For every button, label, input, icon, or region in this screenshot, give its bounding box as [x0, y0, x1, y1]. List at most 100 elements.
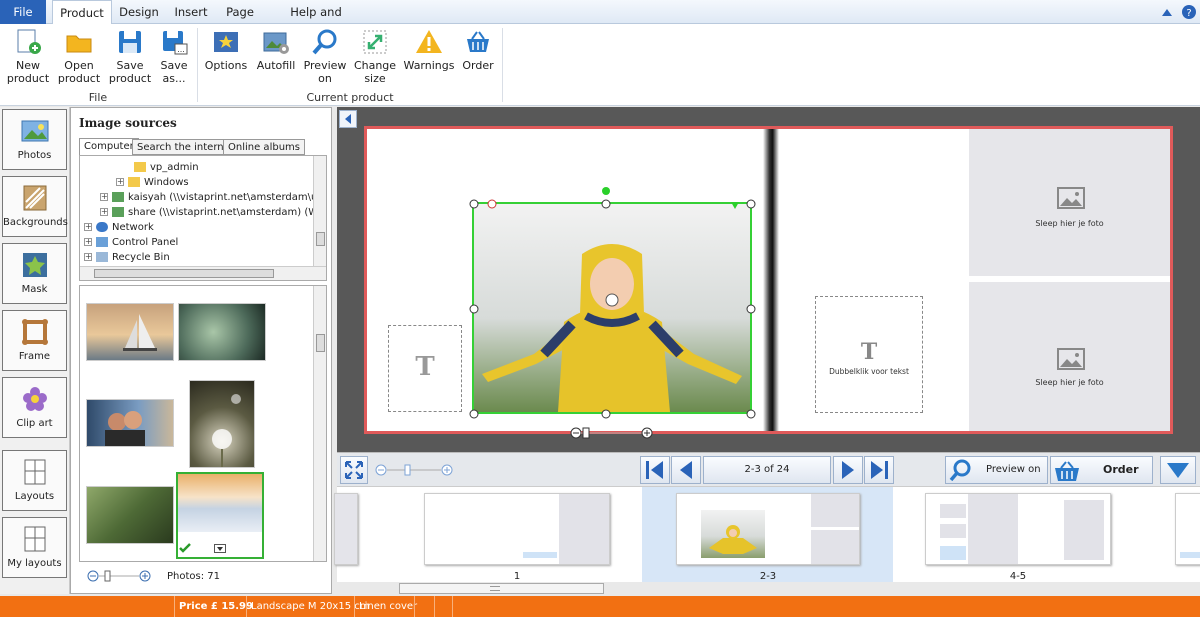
canvas-zoom-slider[interactable]: [375, 463, 455, 477]
scrollbar-thumb[interactable]: [316, 334, 325, 352]
scrollbar-thumb[interactable]: [316, 232, 325, 246]
text-box[interactable]: T Dubbelklik voor tekst: [815, 296, 923, 413]
help-icon[interactable]: ?: [1181, 4, 1197, 20]
photo-thumbnail-couple[interactable]: [86, 399, 174, 447]
page-thumbnail-next[interactable]: [1175, 493, 1200, 565]
expand-strip-button[interactable]: [1160, 456, 1196, 484]
last-page-button[interactable]: [864, 456, 894, 484]
tree-item[interactable]: vp_admin: [134, 160, 199, 175]
thumbnail-zoom-slider[interactable]: [87, 569, 151, 583]
new-product-button[interactable]: New product: [4, 28, 52, 85]
thumbnail-placeholder: [940, 546, 966, 560]
options-label: Options: [204, 59, 248, 72]
tree-item[interactable]: + kaisyah (\\vistaprint.net\amsterdam\use…: [100, 190, 326, 205]
tab-page[interactable]: Page: [220, 0, 260, 24]
sidebar-item-backgrounds[interactable]: Backgrounds: [2, 176, 68, 237]
price-status: Price £ 15.99: [174, 596, 257, 617]
collapse-panel-button[interactable]: [339, 110, 357, 128]
page-thumbnail-1[interactable]: [424, 493, 610, 565]
open-product-button[interactable]: Open product: [55, 28, 103, 85]
text-box-glyph: T: [860, 339, 878, 365]
page-thumbnail-cover[interactable]: [334, 493, 358, 565]
photo-thumbnail-fern[interactable]: [86, 486, 174, 544]
strip-scrollbar[interactable]: [399, 583, 604, 594]
sidebar-item-my-layouts[interactable]: My layouts: [2, 517, 67, 578]
file-group-label: File: [88, 91, 108, 104]
save-product-label: Save: [116, 59, 144, 72]
tree-item[interactable]: + Network: [84, 220, 154, 235]
tab-file[interactable]: File: [0, 0, 46, 24]
save-as-button[interactable]: ... Save as...: [152, 28, 196, 85]
sidebar-item-frame[interactable]: Frame: [2, 310, 67, 371]
first-page-button[interactable]: [640, 456, 670, 484]
photo-placeholder[interactable]: Sleep hier je foto: [969, 282, 1170, 431]
options-button[interactable]: Options: [202, 28, 250, 72]
scrollbar-thumb[interactable]: [94, 269, 274, 278]
collapse-ribbon-icon[interactable]: [1160, 5, 1174, 19]
text-box-label: Dubbelklik voor tekst: [829, 367, 909, 376]
tab-product[interactable]: Product: [52, 0, 112, 25]
preview-on-nav-button[interactable]: Preview on: [945, 456, 1048, 484]
photo-thumbnail-succulent[interactable]: [178, 303, 266, 361]
expand-icon[interactable]: +: [84, 253, 92, 261]
sidebar-item-mask[interactable]: Mask: [2, 243, 67, 304]
sidebar-item-clip-art[interactable]: Clip art: [2, 377, 67, 438]
tab-computer[interactable]: Computer: [79, 138, 139, 155]
magnifier-icon: [311, 28, 339, 56]
order-ribbon-button[interactable]: Order: [456, 28, 500, 72]
ribbon-separator: [502, 28, 503, 102]
cover-status: Linen cover: [354, 596, 421, 617]
open-product-label-2: product: [57, 72, 101, 85]
thumbnails-scrollbar[interactable]: [313, 286, 326, 561]
page-thumbnail-4-5[interactable]: [925, 493, 1111, 565]
rotate-handle[interactable]: [602, 187, 610, 195]
layouts-icon: [20, 457, 50, 487]
order-nav-button[interactable]: Order: [1050, 456, 1153, 484]
warnings-button[interactable]: Warnings: [402, 28, 456, 72]
new-product-icon: [14, 28, 42, 56]
tab-design[interactable]: Design: [114, 0, 164, 24]
tab-help-and-options[interactable]: Help and Options: [268, 0, 364, 43]
expand-icon[interactable]: +: [84, 238, 92, 246]
sidebar-item-layouts[interactable]: Layouts: [2, 450, 67, 511]
photo-thumbnail-winter: [178, 474, 262, 532]
mask-icon: [20, 250, 50, 280]
svg-text:?: ?: [1186, 8, 1191, 19]
expand-icon[interactable]: +: [100, 208, 108, 216]
tab-online-albums[interactable]: Online albums: [223, 139, 305, 155]
page-thumbnail-strip: 1 2-3 4-5: [334, 486, 1200, 582]
selection-handles[interactable]: [467, 185, 757, 421]
tree-item[interactable]: + Windows: [116, 175, 189, 190]
sidebar-item-photos[interactable]: Photos: [2, 109, 67, 170]
preview-on-button[interactable]: Preview on: [302, 28, 348, 85]
save-icon: [116, 28, 144, 56]
previous-page-button[interactable]: [671, 456, 701, 484]
thumbnail-menu-dropdown-icon[interactable]: [214, 544, 226, 553]
photo-thumbnail-selected[interactable]: [176, 472, 264, 559]
image-zoom-slider[interactable]: [570, 426, 654, 440]
scrollbar-grip[interactable]: [490, 586, 500, 591]
expand-icon[interactable]: +: [116, 178, 124, 186]
expand-icon[interactable]: +: [84, 223, 92, 231]
tab-insert[interactable]: Insert: [170, 0, 212, 24]
photo-thumbnail-dandelion[interactable]: [189, 380, 255, 468]
tree-item[interactable]: + Control Panel: [84, 235, 178, 250]
fit-to-screen-button[interactable]: [340, 456, 368, 484]
autofill-button[interactable]: Autofill: [252, 28, 300, 72]
change-size-button[interactable]: Change size: [352, 28, 398, 85]
photo-placeholder[interactable]: Sleep hier je foto: [969, 129, 1170, 276]
tree-horizontal-scrollbar[interactable]: [80, 266, 326, 280]
thumbnail-placeholder: [811, 530, 859, 564]
save-as-icon: ...: [160, 28, 188, 56]
next-page-button[interactable]: [833, 456, 863, 484]
save-product-button[interactable]: Save product: [106, 28, 154, 85]
expand-icon[interactable]: +: [100, 193, 108, 201]
tree-item[interactable]: + Recycle Bin: [84, 250, 170, 265]
tree-vertical-scrollbar[interactable]: [313, 156, 326, 266]
page-thumbnail-2-3[interactable]: [676, 493, 860, 565]
page-label: 2-3: [759, 571, 777, 582]
photo-thumbnail-sailboat[interactable]: [86, 303, 174, 361]
tree-item[interactable]: + share (\\vistaprint.net\amsterdam) (W:): [100, 205, 325, 220]
image-placeholder-icon: [1057, 348, 1085, 370]
text-box[interactable]: T: [388, 325, 462, 412]
